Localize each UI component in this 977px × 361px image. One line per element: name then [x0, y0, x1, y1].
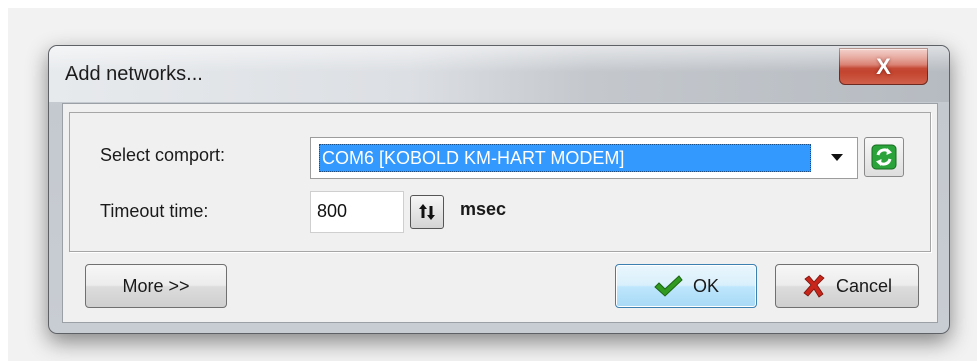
more-button[interactable]: More >>	[85, 264, 227, 308]
ok-button-label: OK	[692, 275, 719, 296]
background-top	[0, 0, 977, 8]
dialog-client-area: Select comport: COM6 [KOBOLD KM-HART MOD…	[62, 103, 938, 323]
checkmark-icon	[654, 275, 683, 297]
refresh-button[interactable]	[864, 137, 904, 177]
timeout-unit: msec	[460, 199, 507, 219]
close-icon: X	[876, 53, 891, 79]
background-left	[0, 0, 8, 361]
more-button-label: More >>	[122, 275, 190, 296]
timeout-input[interactable]	[311, 192, 397, 230]
comport-label: Select comport:	[100, 145, 226, 165]
settings-group: Select comport: COM6 [KOBOLD KM-HART MOD…	[69, 112, 931, 252]
close-button[interactable]: X	[839, 48, 928, 85]
timeout-input-box	[310, 191, 404, 233]
timeout-spin-button[interactable]	[410, 195, 444, 229]
cancel-button[interactable]: Cancel	[775, 264, 919, 308]
comport-select[interactable]: COM6 [KOBOLD KM-HART MODEM]	[310, 137, 858, 179]
add-networks-dialog: Add networks... X Select comport: COM6 […	[48, 45, 950, 334]
ok-button[interactable]: OK	[615, 264, 757, 308]
chevron-down-icon[interactable]	[817, 138, 857, 178]
window-title: Add networks...	[65, 63, 203, 85]
cancel-button-label: Cancel	[835, 275, 893, 296]
spin-arrows-icon	[419, 204, 435, 220]
x-icon	[803, 274, 825, 298]
refresh-icon	[871, 144, 897, 170]
comport-selected-value: COM6 [KOBOLD KM-HART MODEM]	[319, 144, 811, 172]
title-bar[interactable]: Add networks... X	[49, 46, 949, 102]
timeout-label: Timeout time:	[100, 201, 209, 221]
